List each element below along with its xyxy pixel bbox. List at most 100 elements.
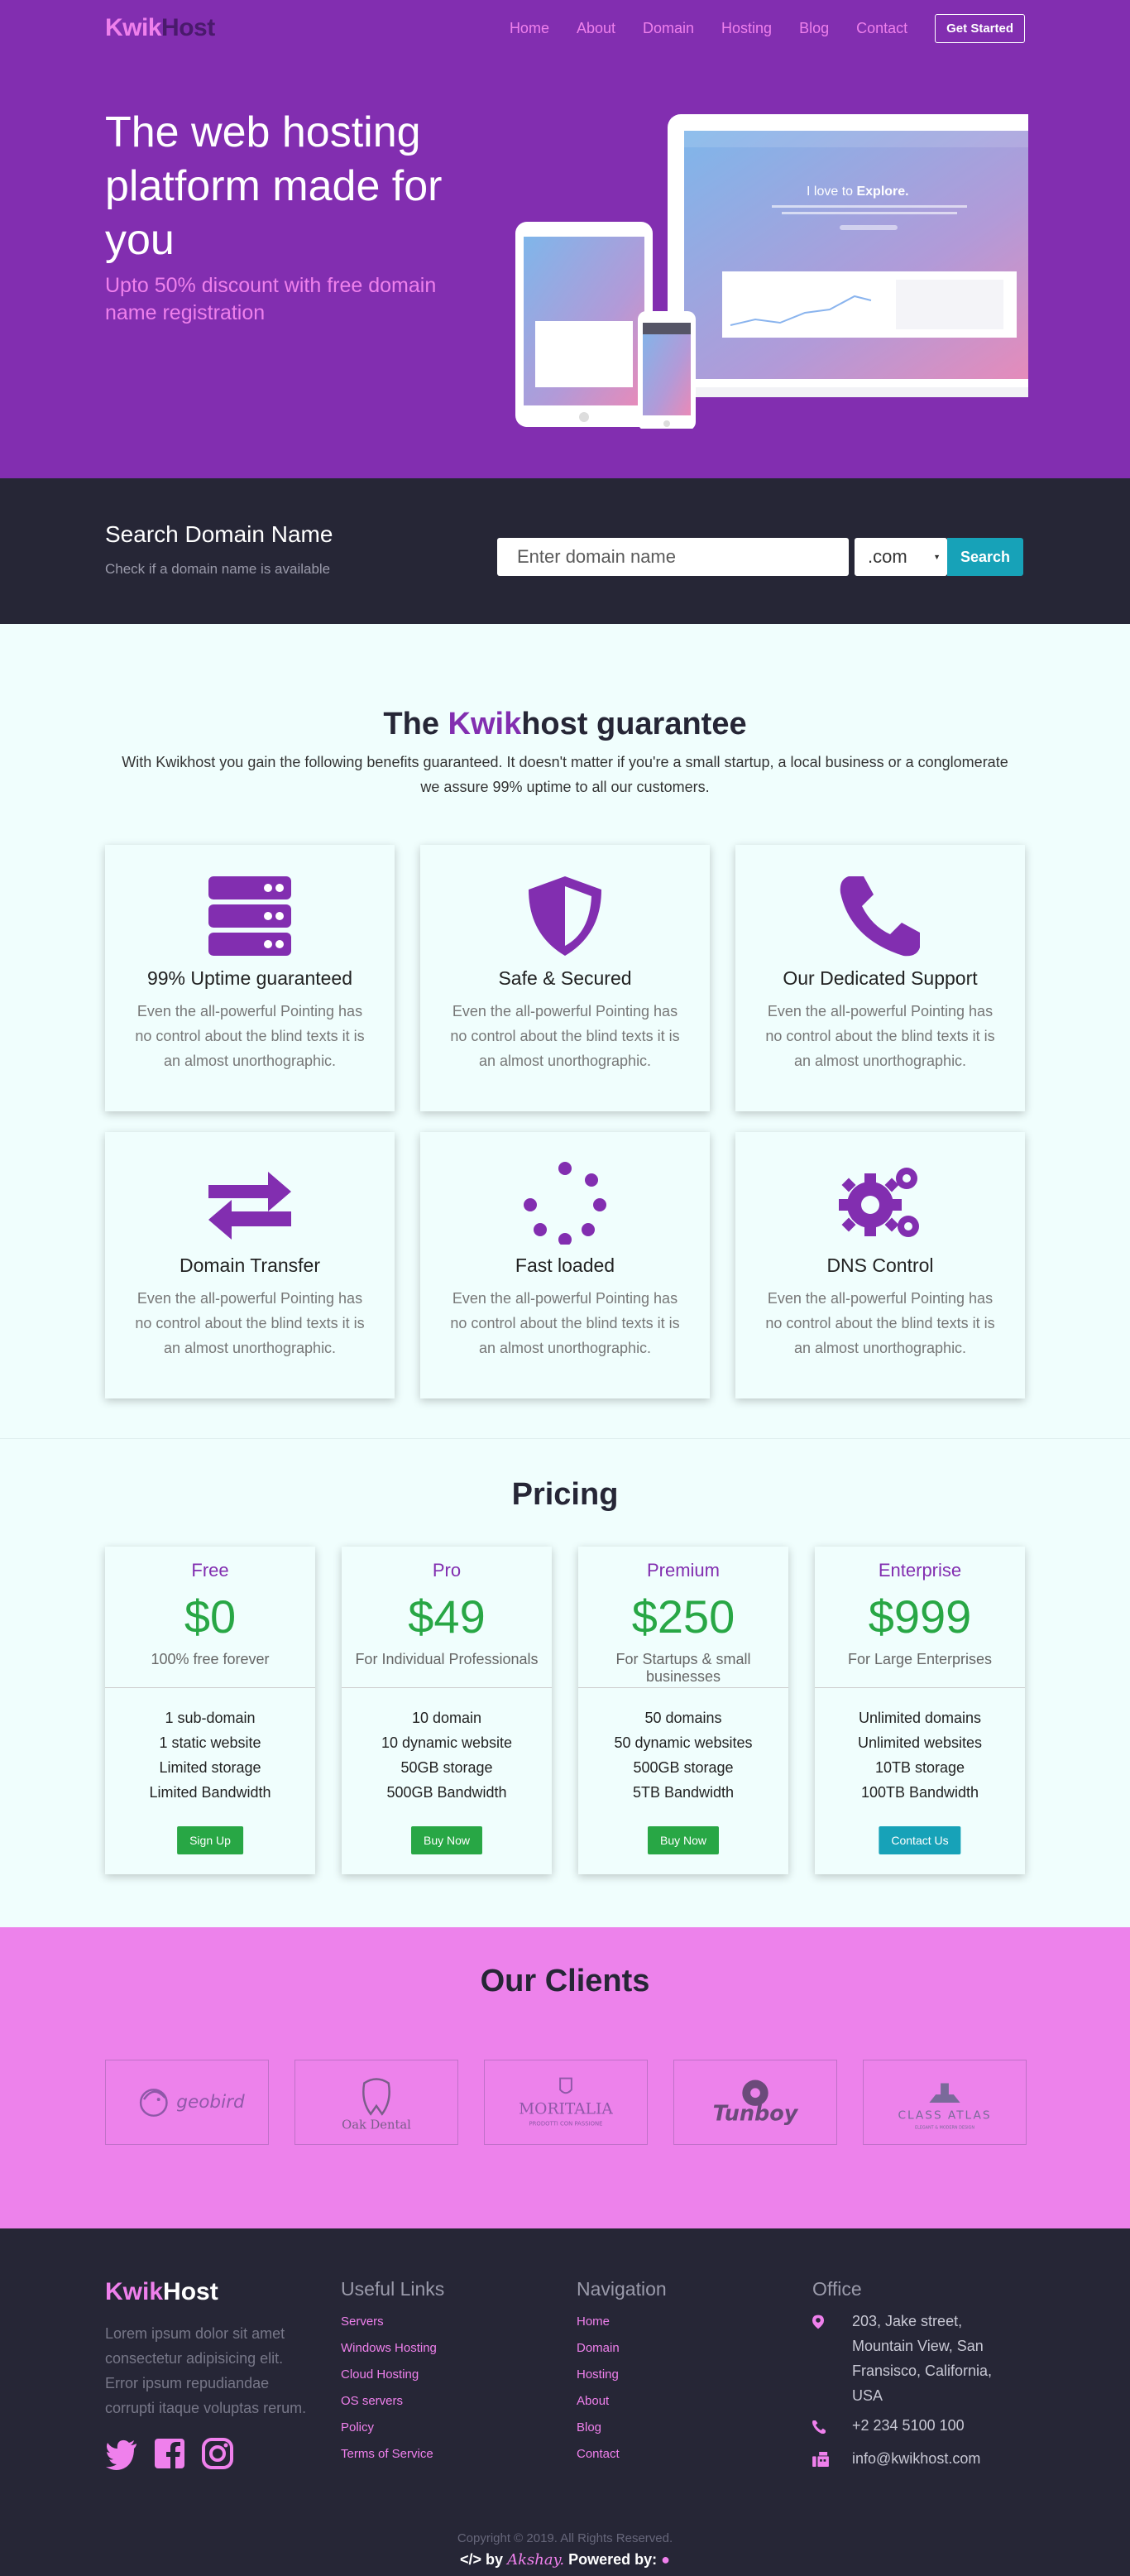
- feature-title: Safe & Secured: [498, 967, 632, 989]
- svg-text:Oak Dental: Oak Dental: [342, 2118, 411, 2132]
- divider: [342, 1687, 552, 1688]
- feature-card: Safe & Secured Even the all-powerful Poi…: [420, 845, 710, 1111]
- footer-nav-about[interactable]: About: [577, 2388, 667, 2415]
- brand-logo[interactable]: KwikHost: [105, 14, 215, 42]
- svg-text:geobird: geobird: [176, 2092, 245, 2113]
- nav-blog[interactable]: Blog: [799, 20, 829, 37]
- feature-card: Fast loaded Even the all-powerful Pointi…: [420, 1132, 710, 1398]
- nav-home[interactable]: Home: [510, 20, 549, 37]
- plan-description: For Individual Professionals: [355, 1651, 539, 1667]
- footer-link-cloud-hosting[interactable]: Cloud Hosting: [341, 2362, 444, 2388]
- buy-now-button[interactable]: Buy Now: [647, 1826, 720, 1854]
- footer-nav-blog[interactable]: Blog: [577, 2415, 667, 2441]
- instagram-icon[interactable]: [201, 2437, 234, 2470]
- feature-title: DNS Control: [826, 1254, 934, 1276]
- plan-name: Enterprise: [878, 1560, 962, 1581]
- pricing-title: Pricing: [511, 1477, 619, 1512]
- clients-title: Our Clients: [480, 1964, 650, 1998]
- twitter-icon[interactable]: [105, 2437, 138, 2470]
- feature-text: Even the all-powerful Pointing has no co…: [765, 1003, 995, 1069]
- pricing-card-free: Free $0 100% free forever 1 sub-domain 1 …: [105, 1547, 315, 1874]
- plan-features: 10 domain 10 dynamic website 50GB storage 5…: [381, 1710, 513, 1801]
- footer-about: Lorem ipsum dolor sit amet consectetur a…: [105, 2325, 307, 2416]
- nav-contact[interactable]: Contact: [856, 20, 907, 37]
- navigation-column: Navigation Home Domain Hosting About Blo…: [577, 2278, 667, 2468]
- author-link[interactable]: Akshay.: [507, 2551, 564, 2569]
- hero-subtitle: Upto 50% discount with free domain name …: [105, 274, 437, 324]
- pricing-card-pro: Pro $49 For Individual Professionals 10 …: [342, 1547, 552, 1874]
- feature-text: Even the all-powerful Pointing has no co…: [450, 1003, 680, 1069]
- facebook-icon[interactable]: [153, 2437, 186, 2470]
- client-logo-oak-dental[interactable]: Oak Dental: [294, 2060, 458, 2145]
- footer-link-terms[interactable]: Terms of Service: [341, 2441, 444, 2468]
- get-started-button[interactable]: Get Started: [935, 13, 1025, 43]
- buy-now-button[interactable]: Buy Now: [410, 1826, 483, 1854]
- server-icon: [208, 876, 291, 956]
- divider: [105, 1687, 315, 1688]
- tld-select[interactable]: .com ▼: [855, 538, 947, 576]
- phone-icon: [812, 2413, 852, 2441]
- client-logo-class-atlas[interactable]: CLASS ATLAS ELEGANT & MODERN DESIGN: [863, 2060, 1027, 2145]
- nav-menu: Home About Domain Hosting Blog Contact G…: [510, 13, 1025, 43]
- client-logo-moritalia[interactable]: MORITALIA PRODOTTI CON PASSIONE: [484, 2060, 648, 2145]
- social-links: [105, 2437, 234, 2470]
- plan-price: $0: [184, 1590, 237, 1643]
- contact-us-button[interactable]: Contact Us: [879, 1826, 961, 1854]
- plan-name: Premium: [646, 1560, 720, 1581]
- feature-card: DNS Control Even the all-powerful Pointi…: [735, 1132, 1025, 1398]
- useful-links-title: Useful Links: [341, 2278, 445, 2300]
- sign-up-button[interactable]: Sign Up: [177, 1826, 243, 1854]
- divider: [578, 1687, 788, 1688]
- plan-description: 100% free forever: [151, 1651, 270, 1667]
- nav-domain[interactable]: Domain: [643, 20, 694, 37]
- feature-card: Domain Transfer Even the all-powerful Po…: [105, 1132, 395, 1398]
- footer-nav-contact[interactable]: Contact: [577, 2441, 667, 2468]
- pricing-card-enterprise: Enterprise $999 For Large Enterprises Un…: [815, 1547, 1025, 1874]
- pricing-card-premium: Premium $250 For Startups & small busine…: [578, 1547, 788, 1874]
- office-title: Office: [812, 2278, 862, 2300]
- plan-description: For Startups & small businesses: [615, 1651, 751, 1685]
- footer-nav-hosting[interactable]: Hosting: [577, 2362, 667, 2388]
- office-address: 203, Jake street, Mountain View, San Fra…: [812, 2309, 1026, 2408]
- plan-name: Pro: [432, 1560, 462, 1581]
- svg-text:Tunboy: Tunboy: [713, 2102, 799, 2127]
- nav-hosting[interactable]: Hosting: [721, 20, 772, 37]
- github-icon[interactable]: ●: [661, 2551, 670, 2568]
- laptop-screen: [684, 131, 1053, 379]
- footer-logo[interactable]: KwikHost: [105, 2278, 218, 2306]
- guarantee-section: The Kwikhost guarantee With Kwikhost you…: [0, 624, 1130, 1439]
- feature-text: Even the all-powerful Pointing has no co…: [765, 1290, 995, 1356]
- feature-title: Fast loaded: [515, 1254, 615, 1276]
- client-logo-geobird[interactable]: geobird: [105, 2060, 269, 2145]
- select-caret-icon: ▼: [933, 553, 941, 561]
- search-subtitle: Check if a domain name is available: [105, 561, 331, 577]
- divider: [815, 1687, 1025, 1688]
- map-marker-icon: [812, 2309, 852, 2408]
- hero-text: The web hosting platform made for you Up…: [105, 106, 452, 327]
- client-logo-tunboy[interactable]: Tunboy: [673, 2060, 837, 2145]
- search-button[interactable]: Search: [947, 538, 1023, 576]
- guarantee-title: The Kwikhost guarantee: [383, 707, 747, 741]
- office-email: info@kwikhost.com: [812, 2446, 1026, 2474]
- footer-nav-domain[interactable]: Domain: [577, 2335, 667, 2362]
- navigation-title: Navigation: [577, 2278, 667, 2300]
- footer-link-policy[interactable]: Policy: [341, 2415, 444, 2441]
- plan-price: $49: [408, 1590, 486, 1643]
- hero-section: KwikHost Home About Domain Hosting Blog …: [0, 0, 1130, 478]
- footer-link-servers[interactable]: Servers: [341, 2309, 444, 2335]
- search-title: Search Domain Name: [105, 521, 333, 547]
- phone-screen: [643, 323, 691, 415]
- footer-link-windows-hosting[interactable]: Windows Hosting: [341, 2335, 444, 2362]
- footer-nav-home[interactable]: Home: [577, 2309, 667, 2335]
- domain-search-input[interactable]: Enter domain name: [497, 538, 849, 576]
- exchange-icon: [208, 1172, 291, 1240]
- gears-icon: [839, 1168, 919, 1237]
- office-column: Office 203, Jake street, Mountain View, …: [812, 2278, 1026, 2479]
- devices-illustration: I love to Explore.: [515, 114, 1094, 430]
- fax-icon: [812, 2446, 852, 2474]
- feature-title: Our Dedicated Support: [783, 967, 978, 989]
- footer-link-os-servers[interactable]: OS servers: [341, 2388, 444, 2415]
- shield-icon: [529, 876, 601, 956]
- nav-about[interactable]: About: [577, 20, 615, 37]
- feature-text: Even the all-powerful Pointing has no co…: [450, 1290, 680, 1356]
